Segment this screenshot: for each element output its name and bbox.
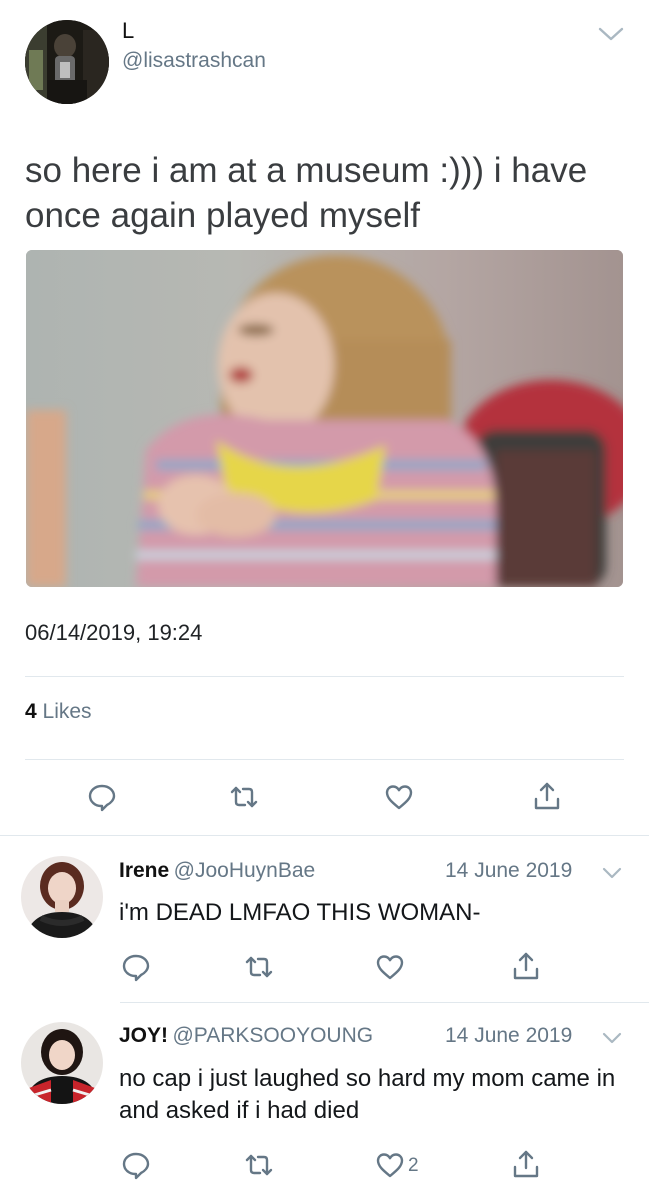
reply-author-name[interactable]: JOY! xyxy=(119,1024,168,1047)
divider xyxy=(0,835,649,836)
reply-header[interactable]: Irene @JooHuynBae xyxy=(119,859,315,883)
heart-icon[interactable] xyxy=(374,1149,406,1181)
reply-author-handle[interactable]: @JooHuynBae xyxy=(174,859,316,882)
tweet-timestamp[interactable]: 06/14/2019, 19:24 xyxy=(25,620,202,646)
reply-avatar[interactable] xyxy=(21,1022,103,1104)
heart-icon[interactable] xyxy=(374,951,406,983)
divider xyxy=(25,759,624,760)
reply-author-handle[interactable]: @PARKSOOYOUNG xyxy=(172,1024,373,1047)
tweet-photo xyxy=(26,250,623,587)
chevron-down-icon[interactable] xyxy=(601,1030,623,1046)
like-count: 2 xyxy=(408,1155,419,1176)
retweet-icon[interactable] xyxy=(243,951,275,983)
reply-avatar[interactable] xyxy=(21,856,103,938)
reply-date[interactable]: 14 June 2019 xyxy=(445,1024,572,1048)
chevron-down-icon[interactable] xyxy=(601,865,623,881)
reply-header[interactable]: JOY! @PARKSOOYOUNG xyxy=(119,1024,373,1048)
author-handle[interactable]: @lisastrashcan xyxy=(122,49,266,73)
share-icon[interactable] xyxy=(510,1148,542,1180)
retweet-icon[interactable] xyxy=(243,1149,275,1181)
reply-date[interactable]: 14 June 2019 xyxy=(445,859,572,883)
share-icon[interactable] xyxy=(510,950,542,982)
share-icon[interactable] xyxy=(531,780,563,812)
retweet-icon[interactable] xyxy=(228,781,260,813)
author-avatar-image xyxy=(25,20,109,104)
heart-icon[interactable] xyxy=(383,781,415,813)
likes-count: 4 xyxy=(25,700,37,723)
reply-icon[interactable] xyxy=(86,781,118,813)
reply-text: no cap i just laughed so hard my mom cam… xyxy=(119,1065,616,1124)
reply-icon[interactable] xyxy=(120,951,152,983)
likes-summary[interactable]: 4 Likes xyxy=(25,700,92,724)
chevron-down-icon[interactable] xyxy=(597,24,625,44)
divider xyxy=(25,676,624,677)
divider xyxy=(120,1002,649,1003)
tweet-image[interactable] xyxy=(26,250,623,587)
author-display-name[interactable]: L xyxy=(122,18,134,44)
reply-icon[interactable] xyxy=(120,1149,152,1181)
likes-label: Likes xyxy=(42,700,92,723)
author-avatar[interactable] xyxy=(25,20,109,104)
tweet-text: so here i am at a museum :))) i have onc… xyxy=(25,151,588,235)
reply-author-name[interactable]: Irene xyxy=(119,859,169,882)
reply-text: i'm DEAD LMFAO THIS WOMAN- xyxy=(119,899,481,926)
